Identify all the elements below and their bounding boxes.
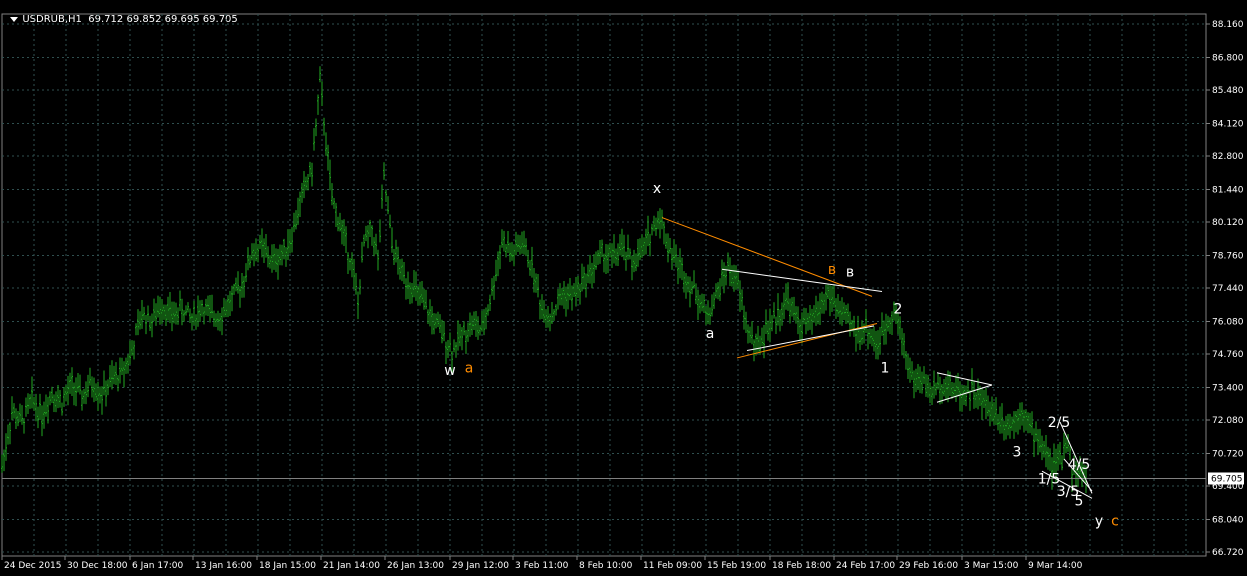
wave-label: x [653,181,661,197]
plot-frame [1,13,1207,557]
x-tick-label: 26 Jan 13:00 [387,561,444,571]
x-tick-label: 9 Mar 14:00 [1028,561,1083,571]
y-tick-label: 81.440 [1212,185,1244,195]
x-tick-label: 24 Feb 17:00 [836,561,895,571]
y-tick-label: 88.160 [1212,20,1244,30]
y-tick-label: 66.720 [1212,548,1244,558]
wave-label: w [444,363,455,379]
x-tick-label: 15 Feb 19:00 [707,561,766,571]
y-tick-label: 82.800 [1212,152,1244,162]
x-tick-label: 13 Jan 16:00 [195,561,252,571]
y-tick-label: 78.760 [1212,251,1244,261]
x-tick-label: 29 Jan 12:00 [452,561,509,571]
wave-label: 5 [1075,494,1084,510]
x-tick-label: 3 Mar 15:00 [964,561,1019,571]
wave-label: a [706,326,715,342]
y-tick-label: 85.480 [1212,86,1244,96]
x-tick-label: 3 Feb 11:00 [515,561,569,571]
x-tick-label: 11 Feb 09:00 [643,561,702,571]
y-tick-label: 80.120 [1212,218,1244,228]
wave-label: 2 [894,302,903,318]
y-tick-label: 72.080 [1212,416,1244,426]
y-tick-label: 86.800 [1212,53,1244,63]
current-price-tag-label: 69.705 [1211,474,1243,484]
wave-label: 4/5 [1068,457,1091,473]
x-tick-label: 21 Jan 14:00 [323,561,380,571]
wave-label: a [465,361,474,377]
x-tick-label: 8 Feb 10:00 [579,561,633,571]
x-tick-label: 6 Jan 17:00 [132,561,184,571]
wave-label: c [1111,513,1119,529]
y-tick-label: 70.720 [1212,449,1244,459]
wave-label: y [1095,513,1103,529]
y-tick-label: 76.080 [1212,317,1244,327]
x-tick-label: 29 Feb 16:00 [899,561,958,571]
wave-label: в [846,265,854,281]
x-tick-label: 30 Dec 18:00 [67,561,128,571]
wave-label: в [828,262,836,278]
x-tick-label: 18 Feb 18:00 [772,561,831,571]
y-tick-label: 84.120 [1212,119,1244,129]
y-tick-label: 73.400 [1212,383,1244,393]
y-tick-label: 74.760 [1212,350,1244,360]
x-tick-label: 24 Dec 2015 [4,561,62,571]
price-chart[interactable]: 88.160 86.800 85.480 84.120 82.800 81.440 80.1… [0,0,1247,576]
y-tick-label: 68.040 [1212,515,1244,525]
wave-label: 1 [881,361,890,377]
wave-label: 2/5 [1048,415,1071,431]
x-tick-label: 18 Jan 15:00 [259,561,316,571]
wave-label: 3 [1013,444,1022,460]
y-tick-label: 77.440 [1212,284,1244,294]
